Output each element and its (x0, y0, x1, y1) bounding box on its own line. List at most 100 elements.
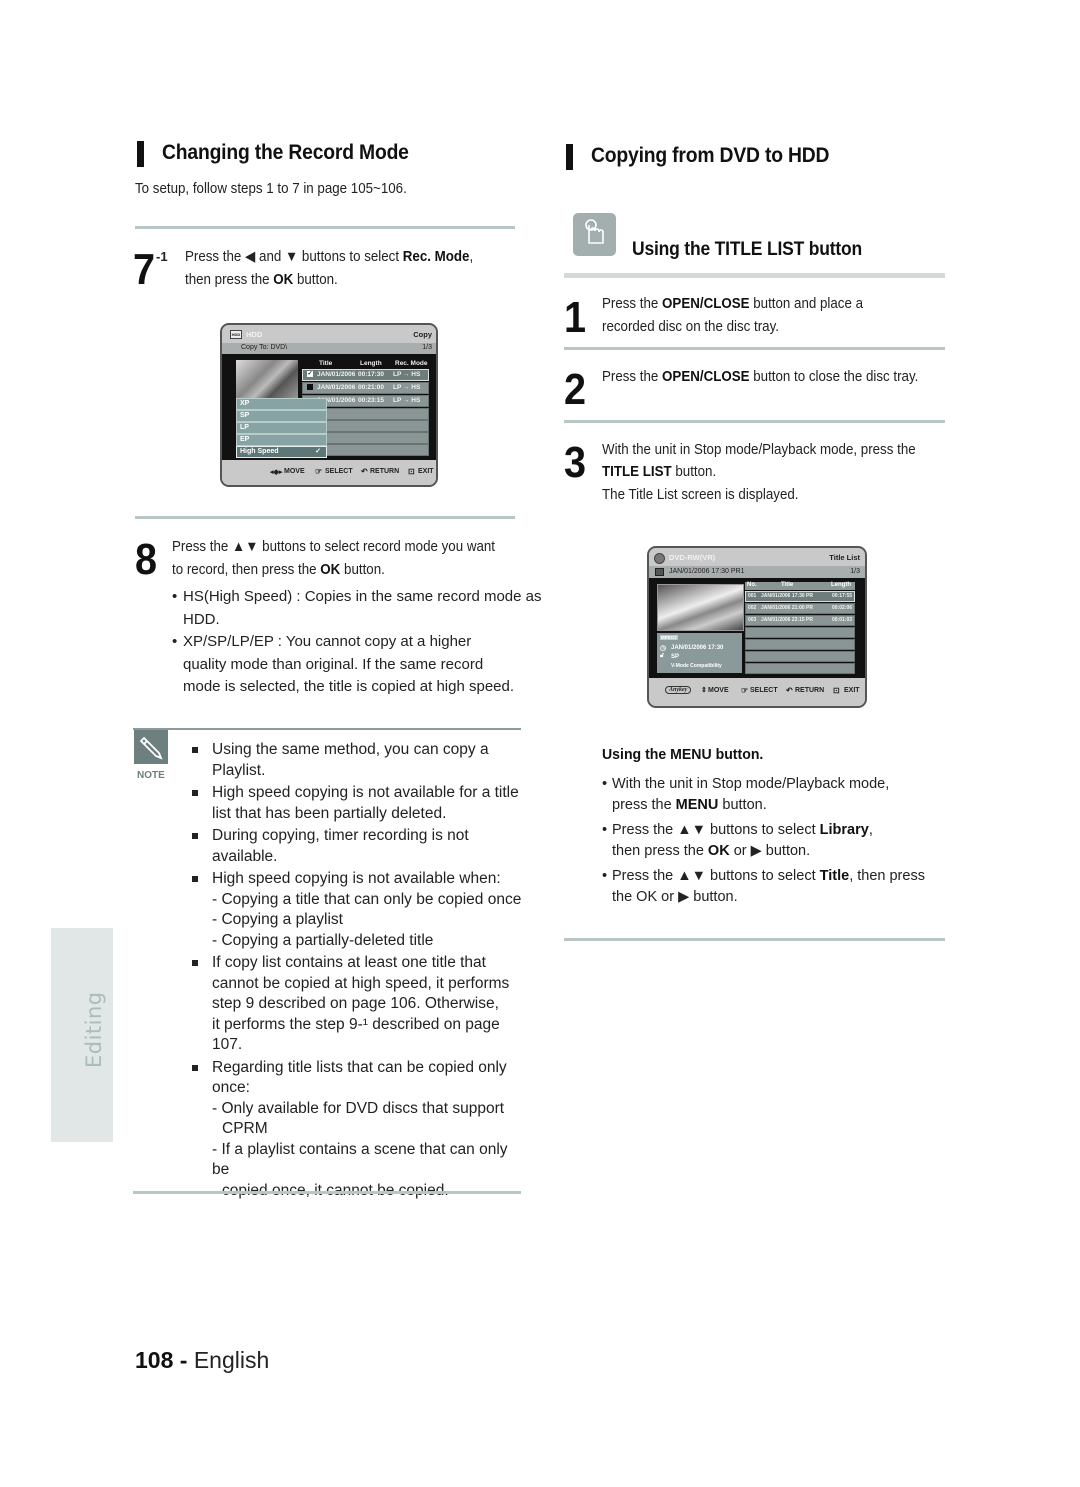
note-label: NOTE (137, 770, 165, 781)
title-row[interactable]: JAN/01/2006 00:21:00 LP → HS (302, 382, 429, 394)
bullet-line: Press the ▲▼ buttons to select Library, (612, 820, 962, 841)
step3-line2: TITLE LIST button. (602, 461, 716, 483)
side-tab: Editing (51, 928, 113, 1142)
bullet-dot: • (602, 868, 608, 884)
section-title-copy-dvd-hdd: Copying from DVD to HDD (591, 144, 830, 167)
intro-text: To setup, follow steps 1 to 7 in page 10… (135, 181, 407, 197)
osd-mode-title: Title List (829, 553, 860, 562)
note-line: High speed copying is not available for … (212, 784, 519, 801)
title-row[interactable]: ✓ JAN/01/2006 00:17:30 LP → HS (302, 369, 429, 381)
step-sup: -1 (156, 249, 168, 264)
osd-source-label: HDD (246, 330, 263, 339)
bold-term: Library (819, 822, 869, 838)
note-item: Using the same method, you can copy a Pl… (186, 740, 526, 781)
step-number: 7 (133, 245, 156, 294)
info-panel: MPEG2 ◷ JAN/01/2006 17:30 🔓︎ SP V-Mode C… (657, 633, 742, 673)
row-length: 00:01:03 (831, 617, 852, 623)
square-bullet (192, 1064, 198, 1071)
title-row[interactable]: 001 JAN/01/2006 17:30 PR 00:17:55 (745, 591, 855, 602)
row-title: JAN/01/2006 (317, 371, 356, 378)
bold-term: OPEN/CLOSE (662, 369, 750, 385)
title-row[interactable]: 003 JAN/01/2006 23:15 PR 00:01:03 (745, 615, 855, 626)
osd-subheader: JAN/01/2006 17:30 PR1 1/3 (649, 566, 865, 578)
bullet-line: With the unit in Stop mode/Playback mode… (612, 774, 962, 795)
anykey-button: Anykey (665, 686, 692, 694)
empty-row (745, 663, 855, 674)
up-down-arrows-icon: ▲▼ (232, 539, 259, 555)
note-subline: - Copying a playlist (212, 911, 343, 928)
text: , then press (849, 868, 925, 884)
step7-line1: Press the ◀ and ▼ buttons to select Rec.… (185, 246, 473, 268)
step1-line2: recorded disc on the disc tray. (602, 319, 779, 335)
subsection-title-title-list: Using the TITLE LIST button (632, 239, 863, 260)
note-item: During copying, timer recording is not a… (186, 826, 526, 867)
row-rec-mode: LP → HS (393, 397, 421, 404)
text: button. (718, 796, 767, 813)
step8-line2: to record, then press the OK button. (172, 559, 385, 581)
footer-return: RETURN (370, 468, 400, 475)
bold-term: OK (273, 272, 294, 288)
footer-select: SELECT (325, 468, 353, 475)
footer-exit: EXIT (844, 687, 860, 694)
text: button. (293, 272, 338, 288)
text: then press the (185, 272, 274, 288)
divider (564, 273, 945, 278)
bullet-line: quality mode than original. If the same … (183, 655, 484, 673)
text: button to close the disc tray. (749, 369, 919, 385)
note-item: High speed copying is not available when… (186, 869, 526, 951)
row-title: JAN/01/2006 21:00 PR (761, 605, 813, 611)
bold-term: TITLE LIST (602, 464, 672, 480)
note-item: High speed copying is not available for … (186, 783, 526, 824)
osd-footer: Anykey ⇕ MOVE ☞ SELECT ↶ RETURN ⊡ EXIT (649, 678, 865, 706)
step3-line1: With the unit in Stop mode/Playback mode… (602, 442, 916, 458)
menu-option-xp[interactable]: XP (236, 398, 327, 410)
bold-term: OPEN/CLOSE (662, 296, 750, 312)
row-title: JAN/01/2006 23:15 PR (761, 617, 813, 623)
row-length: 00:17:55 (831, 593, 852, 599)
left-arrow-icon: ◀ (245, 249, 256, 265)
checkbox-checked-icon[interactable]: ✓ (307, 371, 313, 377)
hdd-icon: HDD (230, 330, 242, 339)
col-header-title: Title (319, 360, 333, 367)
title-row[interactable]: 002 JAN/01/2006 21:00 PR 00:02:06 (745, 603, 855, 614)
step-number: 2 (564, 365, 587, 414)
mpeg-badge: MPEG2 (660, 635, 678, 640)
text: the OK or ▶ button. (612, 888, 738, 905)
page-footer: 108 - English (135, 1347, 269, 1374)
bullet-item: • Press the ▲▼ buttons to select Library… (602, 820, 962, 861)
exit-icon: ⊡ (833, 686, 840, 695)
note-line: 107. (212, 1036, 243, 1053)
note-item: Regarding title lists that can be copied… (186, 1058, 526, 1202)
menu-option-ep[interactable]: EP (236, 434, 327, 446)
step2-line1: Press the OPEN/CLOSE button to close the… (602, 366, 918, 388)
menu-option-high-speed[interactable]: High Speed ✓ (236, 446, 327, 458)
text: Press the ▲▼ buttons to select (612, 822, 820, 838)
row-no: 003 (748, 617, 757, 623)
row-rec-mode: LP → HS (393, 371, 421, 378)
bullet-dot: • (172, 588, 178, 605)
clock-icon: ◷ (660, 645, 667, 652)
square-bullet (192, 747, 198, 753)
select-icon: ☞ (315, 467, 323, 476)
osd-mode-title: Copy (413, 330, 432, 339)
text: button. (671, 464, 717, 480)
bullet-line: press the MENU button. (612, 795, 962, 816)
row-length: 00:23:15 (358, 397, 385, 404)
note-line: once: (212, 1079, 250, 1096)
note-top-rule (133, 728, 521, 730)
note-subline: - Copying a title that can only be copie… (212, 890, 522, 908)
note-line: list that has been partially deleted. (212, 804, 447, 822)
disc-icon (654, 553, 665, 564)
info-compat: V-Mode Compatibility (671, 663, 722, 669)
menu-bullets: • With the unit in Stop mode/Playback mo… (602, 774, 962, 907)
checkbox-unchecked-icon[interactable] (307, 384, 313, 390)
up-down-icon: ⇕ (701, 687, 707, 694)
divider (135, 226, 515, 229)
bullet-line: mode is selected, the title is copied at… (183, 678, 515, 695)
note-item: If copy list contains at least one title… (186, 953, 526, 1056)
menu-option-lp[interactable]: LP (236, 422, 327, 434)
osd-title-list-screen: DVD-RW(VR) Title List JAN/01/2006 17:30 … (647, 546, 867, 708)
bold-term: OK (320, 562, 341, 578)
text: With the unit in Stop mode/Playback mode… (612, 776, 890, 792)
menu-option-sp[interactable]: SP (236, 410, 327, 422)
